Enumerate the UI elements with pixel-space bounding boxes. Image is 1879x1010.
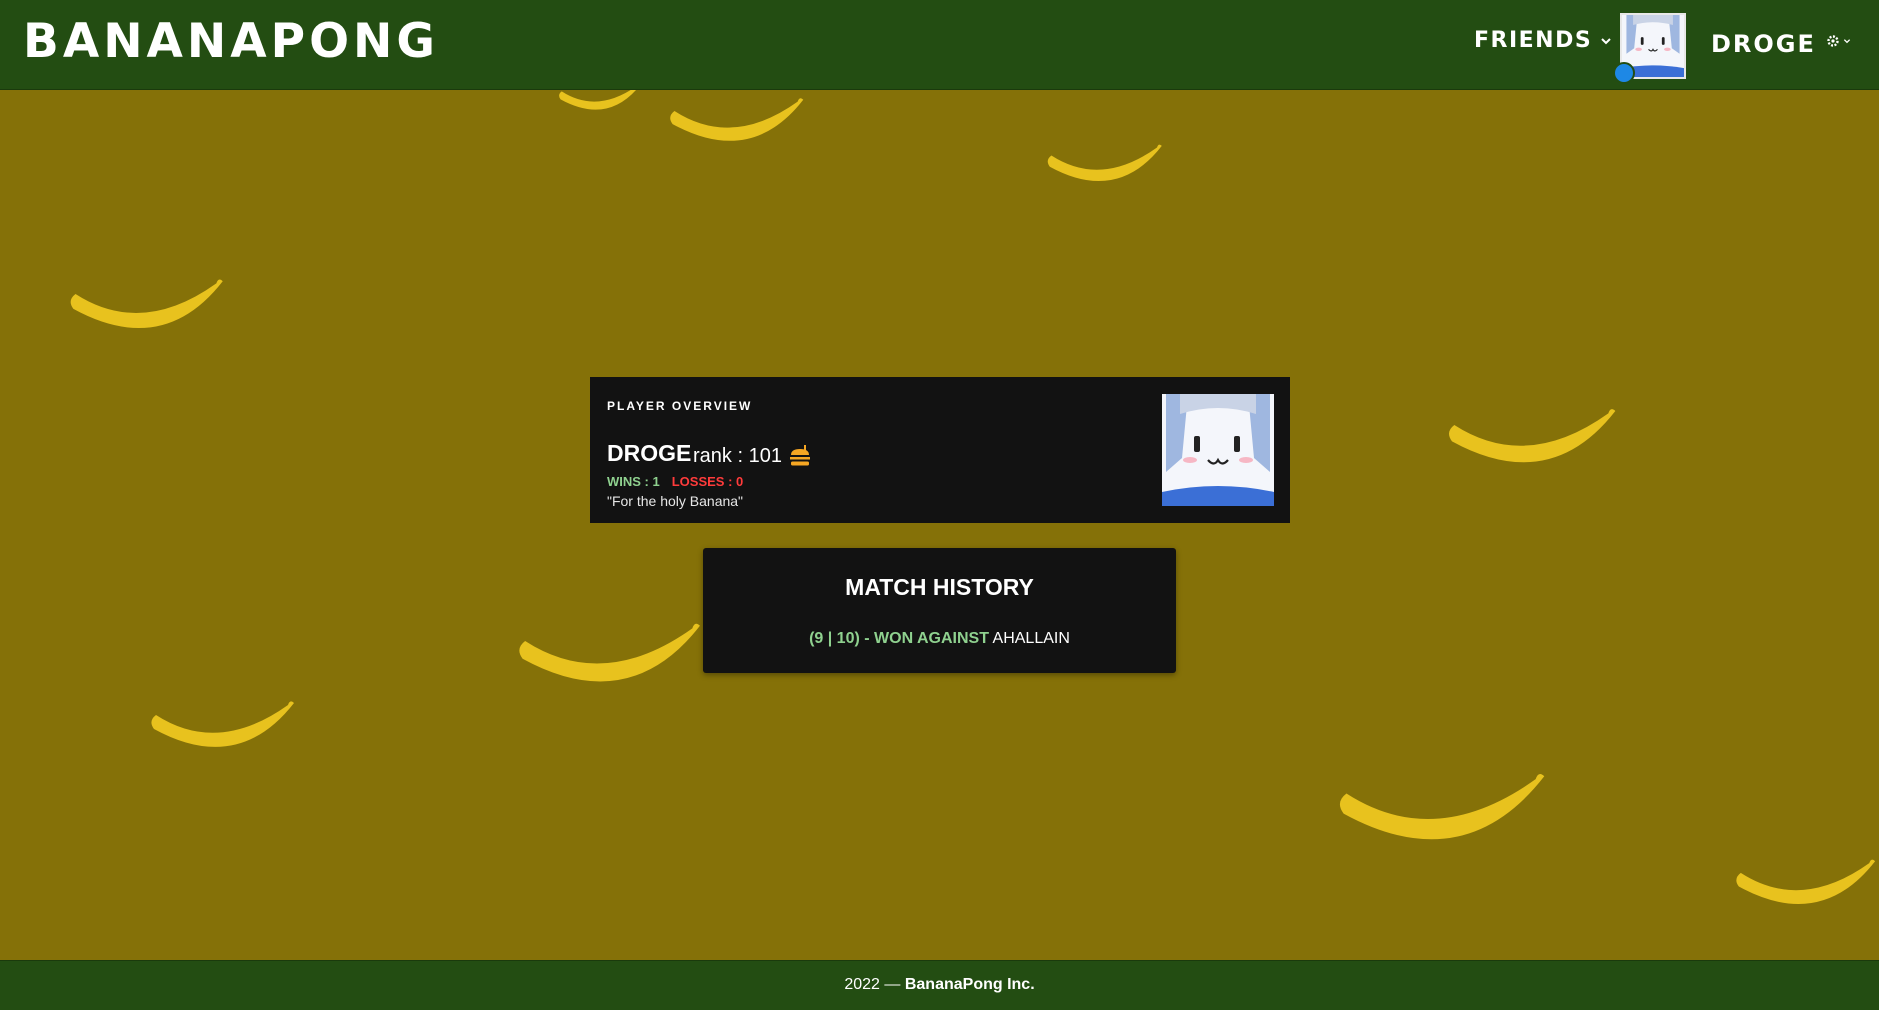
online-status-indicator: [1613, 62, 1635, 84]
top-navbar: BANANAPONG FRIENDS DROGE: [0, 0, 1879, 90]
friends-label: FRIENDS: [1474, 28, 1593, 53]
losses-count: LOSSES : 0: [671, 474, 744, 489]
wins-count: WINS : 1: [607, 474, 660, 489]
rank-text: rank : 101: [693, 444, 782, 467]
brand-logo[interactable]: BANANAPONG: [23, 14, 439, 69]
match-opponent[interactable]: AHALLAIN: [993, 630, 1070, 647]
banana-decoration: [1047, 144, 1162, 182]
match-history-title: MATCH HISTORY: [845, 574, 1034, 600]
burger-icon: [789, 445, 810, 466]
player-rank: rank : 101: [693, 444, 812, 468]
chevron-down-icon: [1601, 37, 1611, 44]
nav-username[interactable]: DROGE: [1711, 30, 1816, 58]
banana-decoration: [1449, 409, 1616, 463]
footer-company: BananaPong Inc.: [904, 976, 1035, 993]
match-separator: -: [859, 630, 875, 647]
gear-icon: [1827, 35, 1839, 47]
player-stats: WINS : 1 LOSSES : 0: [607, 474, 743, 489]
player-avatar-image: [1162, 394, 1274, 506]
banana-decoration: [519, 623, 700, 682]
match-result: WON AGAINST: [874, 630, 989, 647]
match-history-card: MATCH HISTORY (9 | 10) - WON AGAINST AHA…: [703, 548, 1176, 673]
match-history-item[interactable]: (9 | 10) - WON AGAINST AHALLAIN: [703, 630, 1176, 648]
chevron-down-icon: [1843, 39, 1851, 44]
settings-dropdown[interactable]: [1826, 34, 1851, 48]
page-footer: 2022 — BananaPong Inc.: [0, 960, 1879, 1010]
banana-decoration: [70, 279, 223, 329]
footer-year: 2022 —: [844, 976, 905, 993]
player-motto: "For the holy Banana": [607, 493, 744, 509]
banana-decoration: [1339, 774, 1545, 840]
player-name: DROGE: [607, 440, 692, 466]
friends-dropdown[interactable]: FRIENDS: [1474, 28, 1612, 53]
player-overview-title: PLAYER OVERVIEW: [607, 399, 753, 413]
player-avatar: [1162, 394, 1274, 506]
player-overview-card: PLAYER OVERVIEW DROGE rank : 101 WINS : …: [590, 377, 1290, 523]
banana-decoration: [670, 98, 804, 141]
banana-decoration: [1736, 859, 1876, 904]
banana-decoration: [151, 701, 294, 747]
match-score: (9 | 10): [809, 630, 860, 647]
